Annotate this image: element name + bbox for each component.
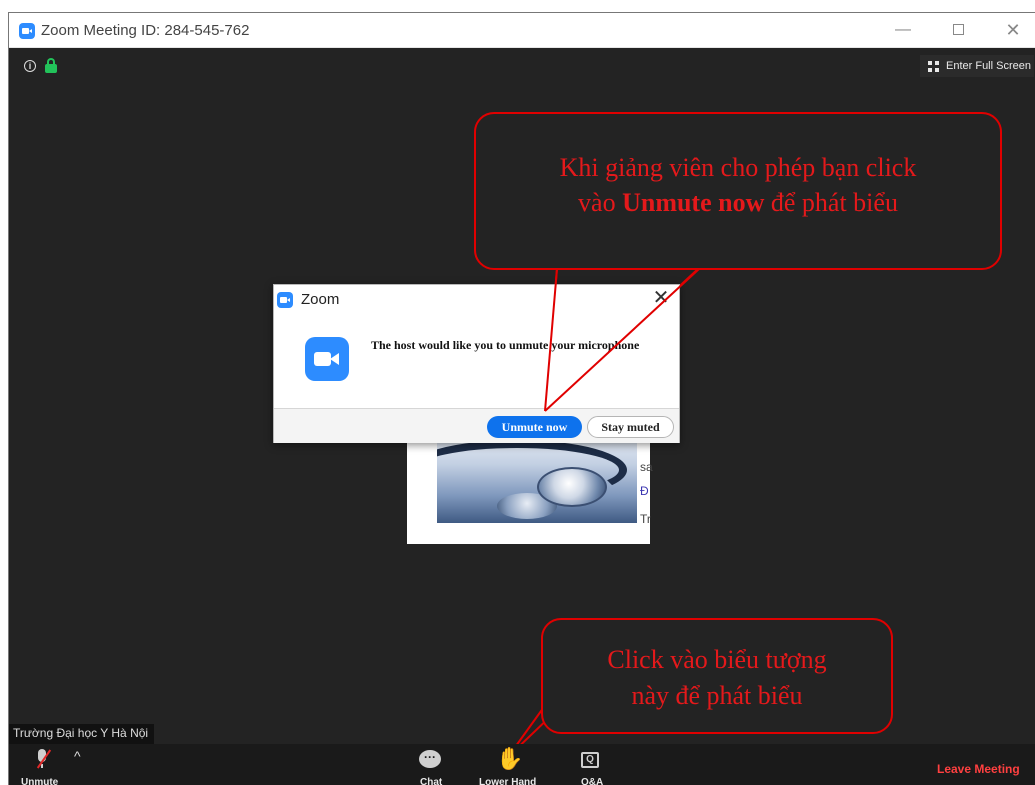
raise-hand-instruction-callout: Click vào biểu tượng này để phát biểu xyxy=(541,618,893,734)
raised-hand-icon: ✋ xyxy=(496,746,524,771)
unmute-request-dialog: Zoom ✕ The host would like you to unmute… xyxy=(273,284,680,443)
callout-line: Click vào biểu tượng xyxy=(607,645,827,674)
encryption-lock-icon[interactable] xyxy=(45,58,57,73)
shared-text-fragment: Tr xyxy=(640,512,651,526)
qa-button[interactable]: Q Q&A xyxy=(575,744,615,785)
callout-line: Khi giảng viên cho phép bạn click xyxy=(559,153,917,182)
callout-emphasis: Unmute now xyxy=(622,188,765,217)
dialog-footer: Unmute now Stay muted xyxy=(274,408,679,443)
meeting-toolbar: Unmute ^ ··· Chat ✋ Lower Hand Q Q&A Lea… xyxy=(9,744,1035,785)
title-bar: Zoom Meeting ID: 284-545-762 — ✕ xyxy=(9,13,1035,48)
qa-icon: Q xyxy=(581,752,599,768)
zoom-logo-icon xyxy=(19,23,35,39)
minimize-button[interactable]: — xyxy=(891,19,915,41)
enter-fullscreen-button[interactable]: Enter Full Screen xyxy=(920,55,1034,77)
zoom-logo-icon xyxy=(277,292,293,308)
dialog-message: The host would like you to unmute your m… xyxy=(371,338,640,352)
unmute-now-button[interactable]: Unmute now xyxy=(487,416,582,438)
close-window-button[interactable]: ✕ xyxy=(1001,19,1025,41)
lower-hand-button[interactable]: ✋ Lower Hand xyxy=(477,744,543,785)
callout-line: này để phát biểu xyxy=(631,681,803,710)
qa-label: Q&A xyxy=(581,777,604,785)
participant-name-label: Trường Đại học Y Hà Nội xyxy=(9,724,155,744)
microphone-muted-icon xyxy=(35,749,52,769)
chat-button[interactable]: ··· Chat xyxy=(414,744,450,785)
stay-muted-button[interactable]: Stay muted xyxy=(587,416,674,438)
maximize-button[interactable] xyxy=(946,19,970,41)
zoom-meeting-window: Zoom Meeting ID: 284-545-762 — ✕ i Enter… xyxy=(8,12,1035,785)
dialog-close-icon[interactable]: ✕ xyxy=(650,287,672,309)
unmute-label: Unmute xyxy=(21,777,59,785)
zoom-video-icon xyxy=(305,337,349,381)
fullscreen-label: Enter Full Screen xyxy=(946,60,1031,72)
dialog-title: Zoom xyxy=(301,291,340,308)
callout-line: vào Unmute now để phát biểu xyxy=(578,188,898,217)
fullscreen-icon xyxy=(928,61,939,72)
meeting-info-icon[interactable]: i xyxy=(24,60,36,72)
shared-text-fragment: Đ xyxy=(640,484,649,498)
unmute-instruction-callout: Khi giảng viên cho phép bạn click vào Un… xyxy=(474,112,1002,270)
chat-label: Chat xyxy=(420,777,443,785)
shared-text-fragment: sa xyxy=(640,460,653,474)
leave-meeting-button[interactable]: Leave Meeting xyxy=(937,762,1020,776)
chat-bubble-icon: ··· xyxy=(419,750,441,768)
lower-hand-label: Lower Hand xyxy=(479,777,537,785)
chevron-up-icon[interactable]: ^ xyxy=(74,748,81,764)
window-title: Zoom Meeting ID: 284-545-762 xyxy=(41,22,250,39)
unmute-button[interactable]: Unmute xyxy=(17,744,63,785)
